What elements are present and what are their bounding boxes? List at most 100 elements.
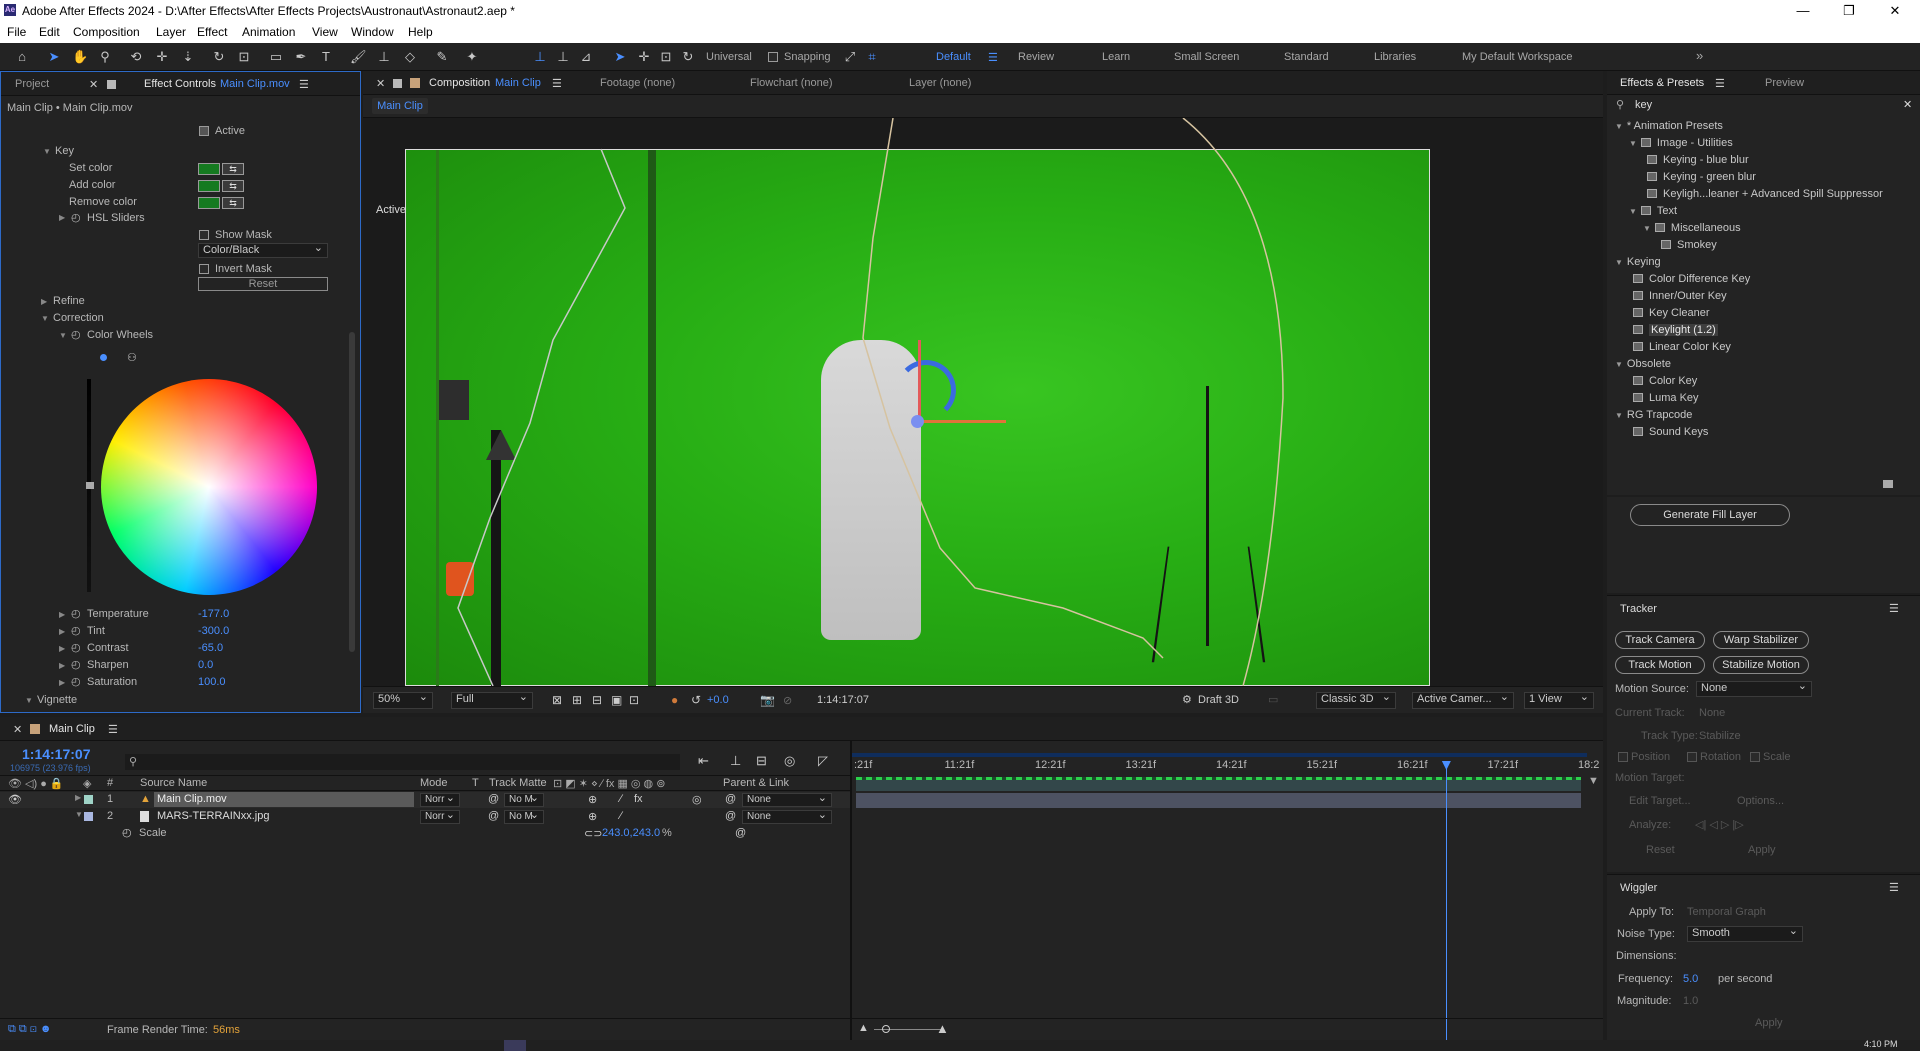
region-of-interest-icon[interactable]: ▣ <box>611 693 622 707</box>
tab-timeline-main-clip[interactable]: Main Clip <box>49 723 95 735</box>
workspace-default[interactable]: Default <box>936 51 971 63</box>
effects-category[interactable]: ▼ Keying <box>1607 256 1907 273</box>
extended-viewer-icon[interactable]: ▭ <box>1268 693 1278 706</box>
menu-help[interactable]: Help <box>408 25 433 39</box>
pen-tool-icon[interactable]: ✒ <box>293 49 309 65</box>
current-track-dropdown[interactable]: None <box>1699 707 1725 719</box>
edit-target-button[interactable]: Edit Target... <box>1629 795 1691 807</box>
selection-tool-icon[interactable]: ➤ <box>46 49 62 65</box>
snapping-checkbox[interactable] <box>768 52 778 62</box>
close-comp-tab-icon[interactable]: ✕ <box>376 77 385 90</box>
home-icon[interactable]: ⌂ <box>14 49 30 65</box>
color-wheel[interactable] <box>101 379 317 595</box>
workspace-review[interactable]: Review <box>1018 51 1054 63</box>
tab-footage[interactable]: Footage (none) <box>600 77 675 89</box>
effect-item[interactable]: Keylight (1.2) <box>1607 324 1907 341</box>
views-dropdown[interactable]: 1 View <box>1524 690 1594 709</box>
work-area-bar[interactable] <box>852 753 1587 757</box>
contrast-stopwatch-icon[interactable]: ◴ <box>71 641 81 654</box>
apply-to-dropdown[interactable]: Temporal Graph <box>1687 906 1766 918</box>
matte-pickwhip-icon[interactable]: @ <box>488 810 499 822</box>
preset-folder[interactable]: ▼ Image - Utilities <box>1607 137 1907 154</box>
layer-label-color[interactable] <box>84 812 93 821</box>
hsl-expand-icon[interactable]: ▶ <box>59 213 65 222</box>
tab-flowchart[interactable]: Flowchart (none) <box>750 77 833 89</box>
tracker-reset-button[interactable]: Reset <box>1646 844 1675 856</box>
rotate-mode-icon[interactable]: ↻ <box>680 49 696 65</box>
hand-tool-icon[interactable]: ✋ <box>72 49 88 65</box>
active-checkbox[interactable] <box>199 126 209 136</box>
preset-folder[interactable]: ▼ Miscellaneous <box>1607 222 1907 239</box>
track-matte-dropdown[interactable]: No M <box>504 791 544 807</box>
parent-dropdown[interactable]: None <box>742 808 832 824</box>
tab-effect-controls[interactable]: Effect Controls <box>144 78 216 90</box>
timeline-zoom-handle[interactable] <box>882 1025 890 1033</box>
noise-type-dropdown[interactable]: Smooth <box>1687 924 1803 942</box>
show-snapshot-icon[interactable]: ⊘ <box>783 694 792 707</box>
mask-paths[interactable] <box>363 118 1603 686</box>
rectangle-tool-icon[interactable]: ▭ <box>268 49 284 65</box>
local-axis-icon[interactable]: ⊥ <box>532 49 548 65</box>
effect-item[interactable]: Inner/Outer Key <box>1607 290 1907 307</box>
parent-dropdown[interactable]: None <box>742 791 832 807</box>
wiggler-menu-icon[interactable]: ☰ <box>1889 881 1899 894</box>
zoom-tool-icon[interactable]: ⚲ <box>97 49 113 65</box>
menu-effect[interactable]: Effect <box>197 25 227 39</box>
color-wheels-expand-icon[interactable]: ▼ <box>59 331 67 340</box>
tab-project[interactable]: Project <box>15 78 49 90</box>
menu-composition[interactable]: Composition <box>73 25 140 39</box>
layer-bar-1[interactable] <box>856 777 1581 791</box>
comp-flowchart-icon[interactable]: ⇤ <box>698 753 709 769</box>
minimize-button[interactable]: — <box>1790 2 1816 20</box>
wiggler-apply-button[interactable]: Apply <box>1755 1017 1783 1029</box>
camera-dropdown[interactable]: Active Camer... <box>1412 690 1514 709</box>
motion-source-dropdown[interactable]: None <box>1696 679 1812 697</box>
layer-name[interactable]: MARS-TERRAINxx.jpg <box>157 810 269 822</box>
effects-search-input[interactable]: key <box>1635 99 1652 111</box>
lock-comp-icon[interactable] <box>393 79 402 88</box>
snap-grid-icon[interactable]: ⌗ <box>864 49 880 65</box>
scale-stopwatch-icon[interactable]: ◴ <box>122 826 132 839</box>
timeline-menu-icon[interactable]: ☰ <box>108 723 118 736</box>
clear-search-icon[interactable]: ✕ <box>1903 98 1912 111</box>
saturation-expand-icon[interactable]: ▶ <box>59 678 65 687</box>
reset-button[interactable]: Reset <box>198 277 328 291</box>
wheel-mode-dot-icon[interactable] <box>100 354 107 361</box>
temperature-value[interactable]: -177.0 <box>198 608 229 620</box>
collapse-switch-icon[interactable]: ⊕ <box>588 793 597 806</box>
orbit-camera-icon[interactable]: ⟲ <box>128 49 144 65</box>
brush-tool-icon[interactable]: 🖌 <box>350 49 367 65</box>
layer-name[interactable]: Main Clip.mov <box>154 792 414 807</box>
restore-button[interactable]: ❐ <box>1836 2 1862 20</box>
contrast-expand-icon[interactable]: ▶ <box>59 644 65 653</box>
track-camera-button[interactable]: Track Camera <box>1615 631 1705 649</box>
effects-category[interactable]: ▼ Obsolete <box>1607 358 1907 375</box>
playhead[interactable] <box>1445 761 1447 1040</box>
dolly-camera-icon[interactable]: ⇣ <box>180 49 196 65</box>
more-workspaces-icon[interactable]: » <box>1696 48 1703 63</box>
comp-marker-bin-icon[interactable]: ▼ <box>1588 775 1599 787</box>
effect-item[interactable]: Color Key <box>1607 375 1907 392</box>
sharpen-expand-icon[interactable]: ▶ <box>59 661 65 670</box>
remove-color-eyedropper-icon[interactable]: ⇆ <box>222 197 244 209</box>
col-source-name[interactable]: Source Name <box>140 777 207 789</box>
frequency-value[interactable]: 5.0 <box>1683 973 1698 985</box>
effect-controls-scrollbar[interactable] <box>349 332 355 652</box>
tab-layer[interactable]: Layer (none) <box>909 77 971 89</box>
set-color-swatch[interactable] <box>198 163 220 175</box>
resolution-dropdown[interactable]: Full <box>451 690 533 709</box>
parent-pickwhip-icon[interactable]: @ <box>725 810 736 822</box>
wheel-mode-multi-icon[interactable]: ⚇ <box>127 351 137 364</box>
workspace-learn[interactable]: Learn <box>1102 51 1130 63</box>
rotation-checkbox[interactable] <box>1687 752 1697 762</box>
menu-layer[interactable]: Layer <box>156 25 186 39</box>
magnitude-value[interactable]: 1.0 <box>1683 995 1698 1007</box>
constrain-proportions-icon[interactable]: ⊂⊃ <box>584 827 602 840</box>
mask-path-right[interactable] <box>862 118 1164 659</box>
invert-mask-checkbox[interactable] <box>199 264 209 274</box>
collapse-switch-icon[interactable]: ⊕ <box>588 810 597 823</box>
timeline-graph-area[interactable]: :21f 11:21f 12:21f 13:21f 14:21f 15:21f 16:21f… <box>852 741 1603 1040</box>
effect-item[interactable]: Linear Color Key <box>1607 341 1907 358</box>
quality-switch-icon[interactable]: ∕ <box>620 793 622 805</box>
tracker-apply-button[interactable]: Apply <box>1748 844 1776 856</box>
